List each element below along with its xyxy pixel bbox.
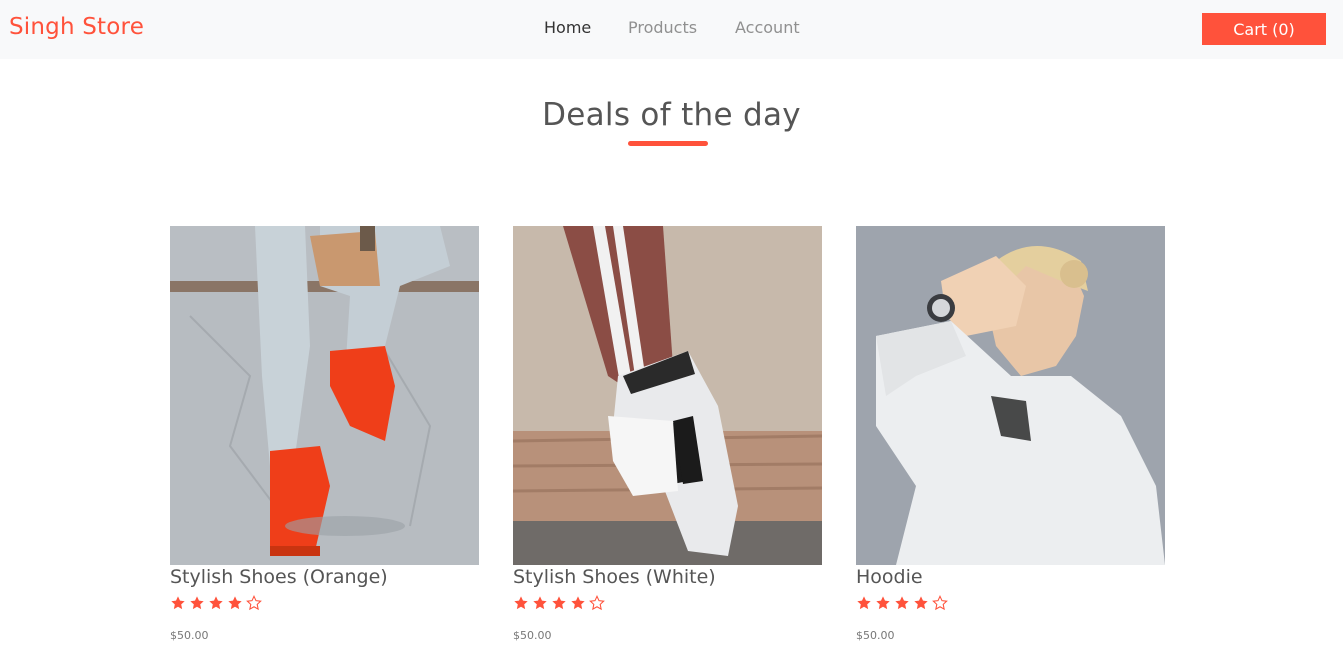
- product-card[interactable]: Hoodie $50.00: [856, 226, 1165, 642]
- product-card[interactable]: Stylish Shoes (Orange) $50.00: [170, 226, 479, 642]
- navbar: Singh Store Home Products Account Cart (…: [0, 0, 1343, 59]
- star-filled-icon: [532, 595, 548, 611]
- star-filled-icon: [513, 595, 529, 611]
- rating: [856, 595, 1165, 613]
- star-filled-icon: [208, 595, 224, 611]
- product-name[interactable]: Stylish Shoes (Orange): [170, 565, 479, 589]
- star-filled-icon: [570, 595, 586, 611]
- nav-link-account[interactable]: Account: [735, 18, 800, 37]
- product-name[interactable]: Hoodie: [856, 565, 1165, 589]
- nav-link-home[interactable]: Home: [544, 18, 591, 37]
- star-filled-icon: [227, 595, 243, 611]
- title-underline: [628, 141, 708, 146]
- product-name[interactable]: Stylish Shoes (White): [513, 565, 822, 589]
- cart-count: (0): [1272, 19, 1295, 39]
- product-image[interactable]: [170, 226, 479, 565]
- star-filled-icon: [856, 595, 872, 611]
- cart-label: Cart: [1233, 19, 1268, 39]
- star-empty-icon: [246, 595, 262, 611]
- product-image[interactable]: [513, 226, 822, 565]
- star-empty-icon: [589, 595, 605, 611]
- section-title: Deals of the day: [542, 97, 801, 133]
- star-filled-icon: [913, 595, 929, 611]
- star-filled-icon: [894, 595, 910, 611]
- rating: [170, 595, 479, 613]
- product-card[interactable]: Stylish Shoes (White) $50.00: [513, 226, 822, 642]
- product-price: $50.00: [170, 629, 209, 642]
- product-image[interactable]: [856, 226, 1165, 565]
- star-filled-icon: [875, 595, 891, 611]
- star-empty-icon: [932, 595, 948, 611]
- product-price: $50.00: [856, 629, 895, 642]
- nav-links: Home Products Account: [0, 18, 1343, 40]
- star-filled-icon: [189, 595, 205, 611]
- nav-link-products[interactable]: Products: [628, 18, 697, 37]
- cart-button[interactable]: Cart (0): [1202, 13, 1326, 45]
- product-price: $50.00: [513, 629, 552, 642]
- rating: [513, 595, 822, 613]
- star-filled-icon: [551, 595, 567, 611]
- star-filled-icon: [170, 595, 186, 611]
